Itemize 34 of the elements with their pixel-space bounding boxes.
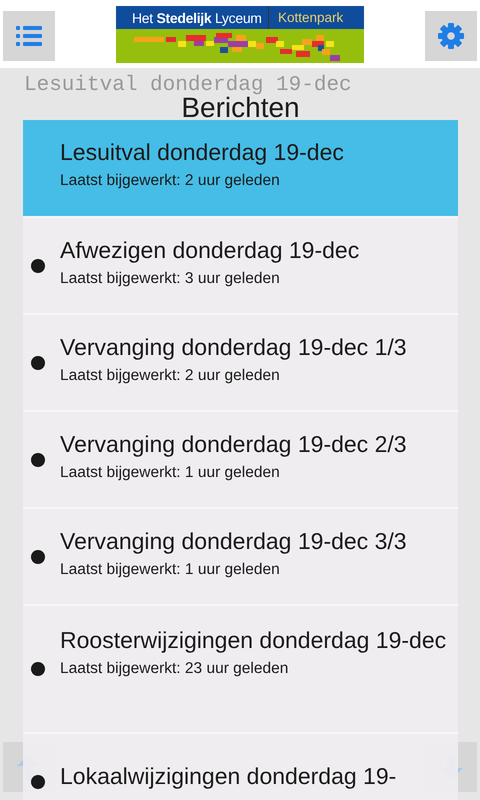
bullet-icon bbox=[31, 662, 45, 676]
item-subtitle: Laatst bijgewerkt: 1 uur geleden bbox=[60, 561, 281, 579]
logo-text: Kottenpark bbox=[268, 6, 344, 29]
item-subtitle: Laatst bijgewerkt: 3 uur geleden bbox=[60, 270, 281, 288]
message-title: Lesuitval donderdag 19-dec bbox=[24, 74, 352, 97]
item-subtitle: Laatst bijgewerkt: 2 uur geleden bbox=[60, 172, 281, 190]
settings-button[interactable] bbox=[425, 11, 477, 61]
item-title: Vervanging donderdag 19-dec 3/3 bbox=[60, 527, 408, 555]
message-list-item[interactable]: Afwezigen donderdag 19-dec Laatst bijgewerkt: 3 uur geleden bbox=[23, 216, 458, 313]
bullet-icon bbox=[31, 356, 45, 370]
item-subtitle: Laatst bijgewerkt: 2 uur geleden bbox=[60, 367, 281, 385]
dialog-title: Berichten bbox=[181, 96, 300, 120]
item-title: Lesuitval donderdag 19-dec bbox=[60, 138, 345, 166]
item-subtitle: Laatst bijgewerkt: 1 uur geleden bbox=[60, 464, 281, 482]
message-list-item[interactable]: Lesuitval donderdag 19-dec Laatst bijgewerkt: 2 uur geleden bbox=[23, 120, 458, 216]
menu-button[interactable] bbox=[3, 11, 55, 61]
message-list-item[interactable]: Roosterwijzigingen donderdag 19-dec Laatst bijgewerkt: 23 uur geleden bbox=[23, 604, 458, 732]
logo-text: Het Stedelijk Lyceum bbox=[131, 10, 263, 26]
message-list-item[interactable]: Vervanging donderdag 19-dec 1/3 Laatst bijgewerkt: 2 uur geleden bbox=[23, 313, 458, 410]
bullet-icon bbox=[31, 774, 45, 788]
item-title: Afwezigen donderdag 19-dec bbox=[60, 236, 360, 264]
menu-icon bbox=[16, 25, 42, 47]
item-title: Roosterwijzigingen donderdag 19-dec bbox=[60, 626, 448, 654]
item-title: Vervanging donderdag 19-dec 1/3 bbox=[60, 333, 408, 361]
item-subtitle: Laatst bijgewerkt: 23 uur geleden bbox=[60, 660, 290, 678]
item-title: Vervanging donderdag 19-dec 2/3 bbox=[60, 430, 408, 458]
message-list-item[interactable]: Lokaalwijzigingen donderdag 19- bbox=[23, 732, 458, 800]
item-title: Lokaalwijzigingen donderdag 19- bbox=[60, 762, 398, 790]
message-list-item[interactable]: Vervanging donderdag 19-dec 3/3 Laatst bijgewerkt: 1 uur geleden bbox=[23, 507, 458, 604]
bullet-icon bbox=[31, 550, 45, 564]
settings-icon bbox=[438, 23, 464, 49]
message-list-item[interactable]: Vervanging donderdag 19-dec 2/3 Laatst bijgewerkt: 1 uur geleden bbox=[23, 410, 458, 507]
bullet-icon bbox=[31, 452, 45, 466]
bullet-icon bbox=[31, 258, 45, 272]
